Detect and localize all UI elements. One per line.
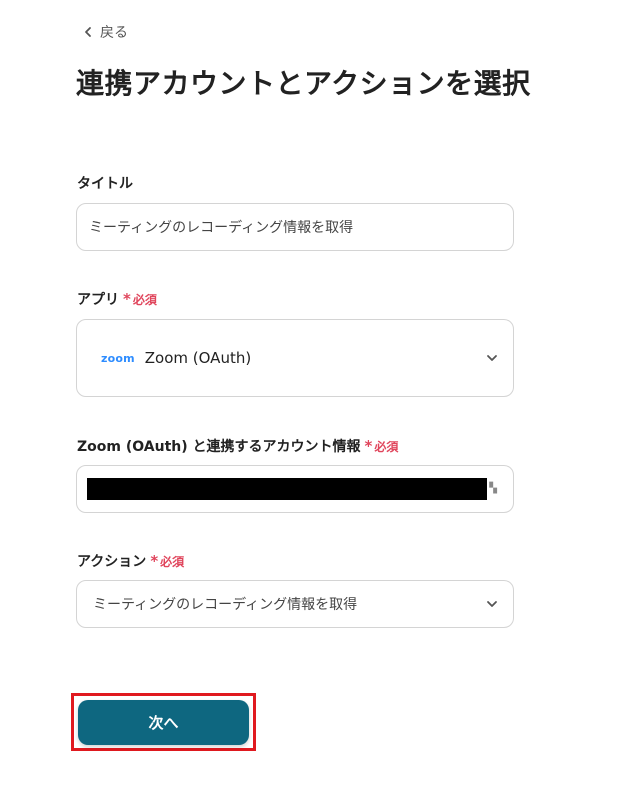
chevron-down-icon[interactable] bbox=[485, 597, 499, 611]
back-label: 戻る bbox=[100, 25, 128, 41]
page: 戻る 連携アカウントとアクションを選択 タイトル アプリ * 必須 zoom Z… bbox=[0, 0, 642, 795]
required-badge: * 必須 bbox=[150, 553, 184, 570]
asterisk-icon: * bbox=[123, 289, 131, 308]
redacted-account-value bbox=[87, 478, 487, 500]
back-link[interactable]: 戻る bbox=[82, 22, 128, 42]
action-select[interactable]: ミーティングのレコーディング情報を取得 bbox=[76, 580, 514, 628]
title-input-wrapper bbox=[76, 203, 514, 251]
required-badge: * 必須 bbox=[365, 438, 399, 455]
required-text: 必須 bbox=[160, 554, 185, 569]
app-select-value: Zoom (OAuth) bbox=[144, 349, 252, 367]
zoom-logo-icon: zoom bbox=[101, 351, 135, 365]
account-select[interactable]: ▚ bbox=[76, 465, 514, 513]
required-text: 必須 bbox=[374, 439, 399, 454]
page-title: 連携アカウントとアクションを選択 bbox=[76, 67, 531, 100]
asterisk-icon: * bbox=[150, 551, 159, 570]
app-field-label: アプリ * 必須 bbox=[77, 289, 157, 309]
title-field-label: タイトル bbox=[77, 173, 133, 193]
account-status-icon: ▚ bbox=[489, 483, 497, 494]
app-select[interactable]: zoom Zoom (OAuth) bbox=[76, 319, 514, 397]
account-field-label: Zoom (OAuth) と連携するアカウント情報 * 必須 bbox=[77, 436, 398, 456]
chevron-left-icon bbox=[85, 27, 91, 37]
app-label-text: アプリ bbox=[77, 292, 119, 308]
account-label-text: Zoom (OAuth) と連携するアカウント情報 bbox=[77, 439, 361, 455]
title-input[interactable] bbox=[77, 219, 513, 235]
action-field-label: アクション * 必須 bbox=[77, 551, 184, 571]
required-badge: * 必須 bbox=[123, 291, 157, 308]
chevron-down-icon[interactable] bbox=[485, 351, 499, 365]
next-button-highlight: 次へ bbox=[71, 693, 256, 751]
action-label-text: アクション bbox=[77, 554, 147, 570]
next-button[interactable]: 次へ bbox=[78, 700, 249, 745]
asterisk-icon: * bbox=[364, 436, 373, 455]
required-text: 必須 bbox=[132, 292, 157, 307]
action-select-value: ミーティングのレコーディング情報を取得 bbox=[93, 597, 358, 613]
title-label-text: タイトル bbox=[77, 176, 133, 192]
